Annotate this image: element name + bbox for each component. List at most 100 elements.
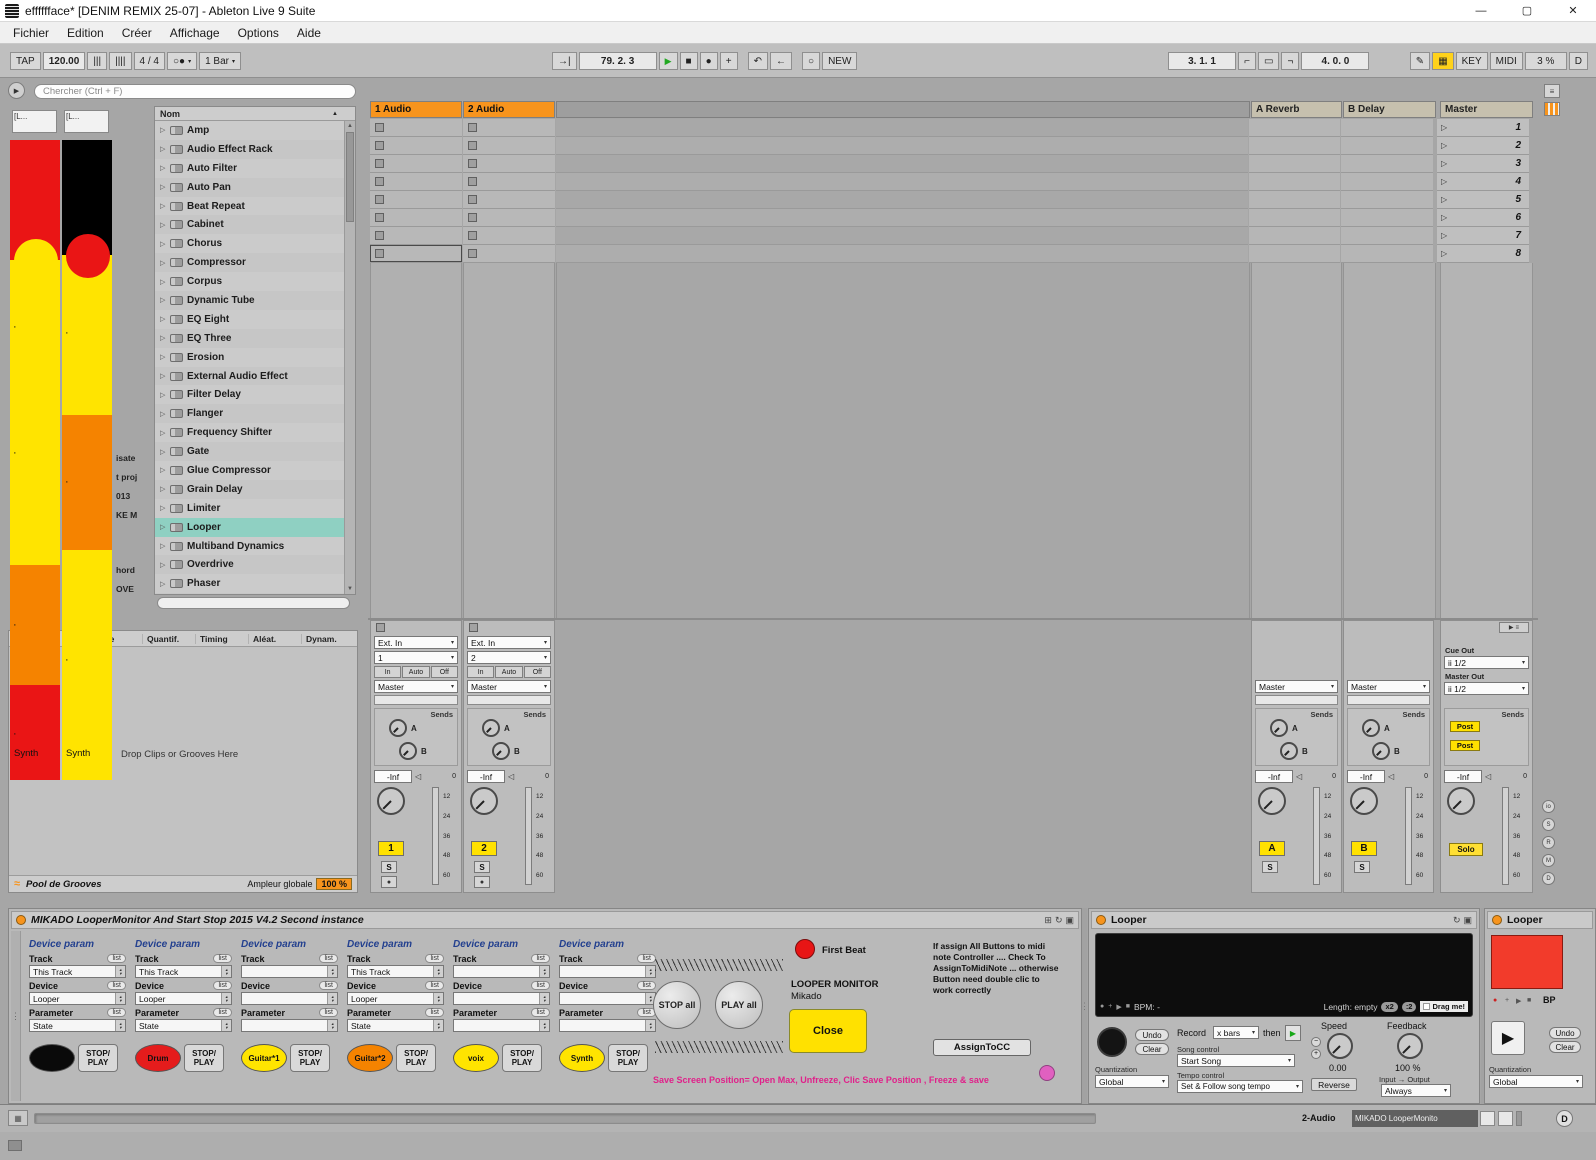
list-badge[interactable]: list <box>425 954 444 963</box>
track-select[interactable]: ▴▾ <box>241 965 338 978</box>
menu-item[interactable]: Affichage <box>161 26 229 40</box>
clip-stop-row[interactable] <box>371 621 461 633</box>
clip-slot[interactable] <box>370 119 462 137</box>
scene-play-icon[interactable]: ▷ <box>1441 141 1447 150</box>
disclosure-icon[interactable]: ▷ <box>160 504 170 512</box>
drag-me-handle[interactable]: Drag me! <box>1420 1001 1468 1012</box>
clip-slot[interactable] <box>463 155 555 173</box>
clip-stop-icon[interactable] <box>375 213 384 222</box>
send-a-knob[interactable] <box>389 719 407 737</box>
clip-slot[interactable] <box>463 173 555 191</box>
undo-button[interactable]: Undo <box>1549 1027 1581 1039</box>
arrangement-position-field[interactable]: 79. 2. 3 <box>579 52 657 70</box>
clip-stop-icon[interactable] <box>468 213 477 222</box>
send-b-knob[interactable] <box>492 742 510 760</box>
parameter-select[interactable]: ▴▾ <box>559 1019 656 1032</box>
cue-out-select[interactable]: ii 1/2▾ <box>1444 656 1529 669</box>
track-color-button[interactable]: Guitar*1 <box>241 1044 287 1072</box>
speed-minus-button[interactable]: − <box>1311 1037 1321 1047</box>
browser-device-item[interactable]: ▷ EQ Three <box>155 329 355 348</box>
browser-device-item[interactable]: ▷ Audio Effect Rack <box>155 140 355 159</box>
solo-button[interactable]: S <box>1262 861 1278 873</box>
scroll-up-icon[interactable]: ▲ <box>345 121 355 131</box>
disclosure-icon[interactable]: ▷ <box>160 580 170 588</box>
nudge-down-button[interactable]: ||| <box>87 52 107 70</box>
device-power-icon[interactable] <box>16 915 26 925</box>
refresh-icon[interactable]: ↻ <box>1453 915 1461 926</box>
maximize-button[interactable]: ▢ <box>1504 0 1550 21</box>
stop-all-clips-button[interactable]: ▶≡ <box>1499 622 1529 633</box>
mixer-section-toggle[interactable]: M <box>1542 854 1555 867</box>
clip-block[interactable] <box>62 550 112 780</box>
clip-stop-icon[interactable] <box>375 249 384 258</box>
disclosure-icon[interactable]: ▷ <box>160 561 170 569</box>
clip-stop-icon[interactable] <box>375 159 384 168</box>
volume-value-field[interactable]: -Inf <box>467 770 505 783</box>
browser-column-header[interactable]: Nom ▲ <box>155 107 355 121</box>
loop-start-field[interactable]: 3. 1. 1 <box>1168 52 1236 70</box>
nudge-up-button[interactable]: |||| <box>109 52 131 70</box>
input-type-select[interactable]: Ext. In▾ <box>467 636 551 649</box>
automation-arm-button[interactable]: ↶ <box>748 52 768 70</box>
song-control-select[interactable]: Start Song▾ <box>1177 1054 1295 1067</box>
scene-play-icon[interactable]: ▷ <box>1441 123 1447 132</box>
list-badge[interactable]: list <box>637 981 656 990</box>
save-icon[interactable]: ▣ <box>1463 915 1472 926</box>
clip-stop-icon[interactable] <box>375 123 384 132</box>
browser-device-item[interactable]: ▷ Frequency Shifter <box>155 423 355 442</box>
list-badge[interactable]: list <box>213 954 232 963</box>
parameter-select[interactable]: State▴▾ <box>347 1019 444 1032</box>
disclosure-icon[interactable]: ▷ <box>160 145 170 153</box>
track-select[interactable]: This Track▴▾ <box>347 965 444 978</box>
mixer-section-toggle[interactable]: S <box>1542 818 1555 831</box>
clip-block[interactable] <box>62 140 112 255</box>
track-select[interactable]: ▴▾ <box>559 965 656 978</box>
list-badge[interactable]: list <box>531 954 550 963</box>
scene-launch-slot[interactable]: ▷ 5 <box>1437 191 1529 209</box>
quantization-select[interactable]: Global▾ <box>1489 1075 1583 1088</box>
double-length-button[interactable]: x2 <box>1381 1002 1397 1012</box>
master-out-select[interactable]: ii 1/2▾ <box>1444 682 1529 695</box>
device-title-bar[interactable]: MIKADO LooperMonitor And Start Stop 2015… <box>11 911 1079 929</box>
clip-slot[interactable] <box>463 119 555 137</box>
disclosure-icon[interactable]: ▷ <box>160 410 170 418</box>
input-type-select[interactable]: Ext. In▾ <box>374 636 458 649</box>
mini-device-view[interactable] <box>1498 1111 1513 1126</box>
clip-stop-icon[interactable] <box>468 195 477 204</box>
track-activator-button[interactable]: 1 <box>378 841 404 856</box>
browser-device-item[interactable]: ▷ Limiter <box>155 499 355 518</box>
device-select[interactable]: ▴▾ <box>559 992 656 1005</box>
scrollbar-thumb[interactable] <box>346 132 354 222</box>
play-all-button[interactable]: PLAY all <box>715 981 763 1029</box>
clip-slot[interactable] <box>463 227 555 245</box>
groove-column-header[interactable]: Aléat. <box>248 634 301 644</box>
clip-stop-icon[interactable] <box>468 141 477 150</box>
clip-stop-row[interactable] <box>464 621 554 633</box>
clip-name-box[interactable]: [L... <box>64 110 109 133</box>
speed-knob[interactable] <box>1327 1033 1353 1059</box>
stop-icon[interactable]: ■ <box>1126 1003 1130 1010</box>
clip-stop-icon[interactable] <box>375 195 384 204</box>
clip-stop-icon[interactable] <box>375 141 384 150</box>
mixer-section-toggle[interactable]: D <box>1542 872 1555 885</box>
list-badge[interactable]: list <box>637 954 656 963</box>
browser-device-item[interactable]: ▷ Beat Repeat <box>155 197 355 216</box>
looper-record-display[interactable] <box>1491 935 1563 989</box>
clip-slot[interactable] <box>370 245 462 263</box>
clip-slot[interactable] <box>370 137 462 155</box>
looper-play-button[interactable]: ▶ <box>1491 1021 1525 1055</box>
looper-transport-button[interactable] <box>1097 1027 1127 1057</box>
list-badge[interactable]: list <box>425 981 444 990</box>
disclosure-icon[interactable]: ▷ <box>160 448 170 456</box>
monitor-in-button[interactable]: In <box>467 666 494 678</box>
send-b-knob[interactable] <box>399 742 417 760</box>
list-badge[interactable]: list <box>319 981 338 990</box>
speed-plus-button[interactable]: + <box>1311 1049 1321 1059</box>
session-view-toggle[interactable] <box>1544 102 1560 116</box>
browser-device-item[interactable]: ▷ Flanger <box>155 404 355 423</box>
disclosure-icon[interactable]: ▷ <box>160 221 170 229</box>
volume-knob[interactable] <box>1447 787 1475 815</box>
stop-play-button[interactable]: STOP/PLAY <box>78 1044 118 1072</box>
clip-stop-icon[interactable] <box>468 159 477 168</box>
loop-button[interactable]: ▭ <box>1258 52 1279 70</box>
